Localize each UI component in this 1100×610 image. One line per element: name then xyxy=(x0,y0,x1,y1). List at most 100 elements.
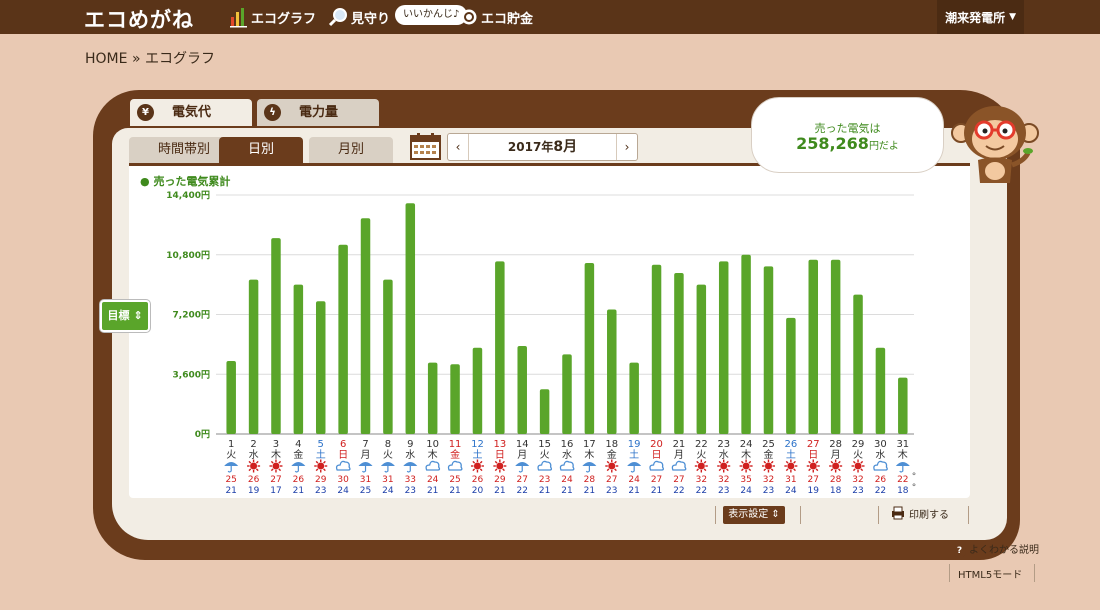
x-day-label: 31 xyxy=(896,439,909,450)
bar-day-16 xyxy=(562,354,572,434)
low-temp-label: 21 xyxy=(293,486,304,496)
status-bubble: いいかんじ♪ xyxy=(395,5,468,25)
daily-sales-chart: 0円3,600円7,200円10,800円14,400円1火25212水2619… xyxy=(166,190,917,496)
high-temp-label: 28 xyxy=(584,475,596,485)
summary-amount-line: 258,268円だよ xyxy=(752,134,943,153)
nav-eco-graph[interactable]: エコグラフ xyxy=(230,0,316,34)
bar-day-11 xyxy=(450,364,460,434)
x-day-label: 4 xyxy=(295,439,301,450)
high-temp-label: 25 xyxy=(225,475,236,485)
x-weekday-label: 水 xyxy=(875,449,885,461)
high-temp-label: 24 xyxy=(427,475,439,485)
umbrella-icon xyxy=(358,462,373,473)
x-day-label: 22 xyxy=(695,439,708,450)
x-day-label: 7 xyxy=(362,439,368,450)
x-day-label: 11 xyxy=(449,439,462,450)
cloud-icon xyxy=(425,460,441,471)
x-weekday-label: 木 xyxy=(741,449,751,461)
low-temp-label: 22 xyxy=(673,486,684,496)
plant-selector[interactable]: 潮来発電所 ▼ xyxy=(937,0,1024,34)
summary-amount: 258,268 xyxy=(796,134,869,153)
tab-monthly[interactable]: 月別 xyxy=(309,137,393,163)
tab-daily[interactable]: 日別 xyxy=(219,137,303,163)
plant-name: 潮来発電所 xyxy=(945,10,1006,25)
x-day-label: 5 xyxy=(318,439,324,450)
sun-icon xyxy=(470,459,484,473)
x-weekday-label: 火 xyxy=(226,449,236,461)
divider xyxy=(715,506,716,524)
x-weekday-label: 土 xyxy=(472,448,482,461)
month-selector: ‹ 2017年8月 › xyxy=(447,133,638,161)
x-weekday-label: 日 xyxy=(652,450,662,461)
cloud-icon xyxy=(873,460,888,471)
high-temp-label: 27 xyxy=(808,475,819,485)
html5-mode-link[interactable]: HTML5モード xyxy=(958,566,1022,581)
sun-icon xyxy=(314,459,328,473)
high-temp-label: 28 xyxy=(830,475,842,485)
next-month-button[interactable]: › xyxy=(616,134,637,160)
x-weekday-label: 水 xyxy=(719,449,729,461)
bar-day-25 xyxy=(763,266,774,434)
x-day-label: 19 xyxy=(628,439,641,450)
low-temp-label: 21 xyxy=(561,486,572,496)
low-temp-label: 19 xyxy=(248,486,260,496)
low-temp-label: 24 xyxy=(337,486,349,496)
bar-day-10 xyxy=(427,362,438,434)
help-link[interactable]: ? よくわかる説明 xyxy=(953,544,1039,558)
tab-electricity-amount[interactable]: ϟ 電力量 xyxy=(257,99,379,126)
low-temp-label: 21 xyxy=(494,486,505,496)
cloud-icon xyxy=(649,460,664,471)
x-weekday-label: 火 xyxy=(383,449,393,461)
breadcrumb-home[interactable]: HOME xyxy=(85,51,127,67)
print-button[interactable]: 印刷する xyxy=(891,506,949,524)
bar-day-22 xyxy=(696,284,707,434)
sun-icon xyxy=(851,459,865,473)
bar-day-31 xyxy=(898,377,908,434)
low-temp-label: 23 xyxy=(718,486,729,496)
temp-unit-label: ° xyxy=(912,472,917,482)
high-temp-label: 32 xyxy=(763,475,774,485)
low-temp-label: 24 xyxy=(785,486,797,496)
x-day-label: 29 xyxy=(852,439,865,450)
tab-electricity-cost[interactable]: ¥ 電気代 xyxy=(130,99,252,126)
prev-month-button[interactable]: ‹ xyxy=(448,134,469,160)
x-weekday-label: 月 xyxy=(361,449,371,461)
bar-day-3 xyxy=(271,238,281,434)
x-weekday-label: 火 xyxy=(853,449,863,461)
breadcrumb-separator: » xyxy=(131,51,141,67)
breadcrumb-current: エコグラフ xyxy=(144,51,215,67)
low-temp-label: 23 xyxy=(315,486,326,496)
x-day-label: 18 xyxy=(605,439,618,450)
bar-day-28 xyxy=(830,259,841,434)
x-day-label: 30 xyxy=(874,439,887,450)
x-day-label: 17 xyxy=(583,439,596,450)
low-temp-label: 21 xyxy=(427,486,438,496)
y-tick-label: 7,200円 xyxy=(173,310,210,321)
nav-eco-savings-label: エコ貯金 xyxy=(481,11,534,27)
nav-watch[interactable]: 見守り xyxy=(328,0,390,34)
x-weekday-label: 火 xyxy=(696,449,706,461)
nav-eco-graph-label: エコグラフ xyxy=(251,11,317,27)
high-temp-label: 27 xyxy=(673,475,684,485)
question-icon: ? xyxy=(953,545,966,558)
divider xyxy=(968,506,969,524)
low-temp-label: 21 xyxy=(539,486,550,496)
low-temp-label: 21 xyxy=(651,486,662,496)
low-temp-label: 22 xyxy=(696,486,707,496)
x-weekday-label: 水 xyxy=(249,449,259,461)
bar-day-18 xyxy=(607,309,617,434)
app-logo[interactable]: エコめがね xyxy=(84,4,194,34)
updown-icon: ⇕ xyxy=(133,309,143,322)
bar-chart-icon xyxy=(230,8,247,28)
target-button[interactable]: 目標 ⇕ xyxy=(100,300,150,332)
bar-day-4 xyxy=(293,284,304,434)
display-settings-button[interactable]: 表示設定 ⇕ xyxy=(723,506,785,524)
x-day-label: 3 xyxy=(273,439,279,450)
sun-icon xyxy=(739,459,753,473)
nav-eco-savings[interactable]: エコ貯金 xyxy=(460,0,533,34)
magnifier-icon xyxy=(328,8,347,27)
current-year: 2017年 xyxy=(507,140,554,154)
x-day-label: 15 xyxy=(538,439,551,450)
calendar-icon[interactable] xyxy=(410,133,441,160)
x-day-label: 28 xyxy=(829,439,842,450)
